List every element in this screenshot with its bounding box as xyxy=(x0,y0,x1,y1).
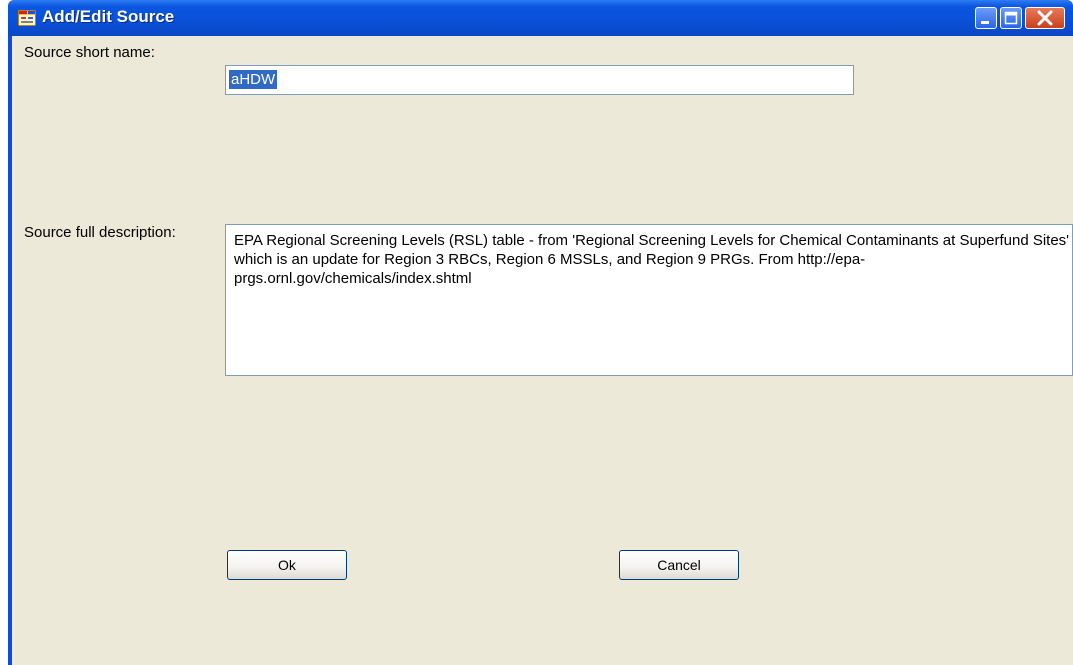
close-icon xyxy=(1026,8,1064,28)
short-name-input[interactable] xyxy=(225,65,854,95)
cancel-button[interactable]: Cancel xyxy=(619,550,739,580)
maximize-icon xyxy=(1001,8,1021,28)
short-name-label: Source short name: xyxy=(24,44,155,61)
description-textarea[interactable]: EPA Regional Screening Levels (RSL) tabl… xyxy=(225,224,1073,376)
ok-button[interactable]: Ok xyxy=(227,550,347,580)
add-edit-source-window: Add/Edit Source Source short name: aHDW … xyxy=(8,0,1073,665)
minimize-icon xyxy=(976,8,996,28)
dialog-body: Source short name: aHDW Source full desc… xyxy=(12,36,1073,665)
app-icon xyxy=(17,9,37,27)
description-label: Source full description: xyxy=(24,224,176,241)
window-title: Add/Edit Source xyxy=(42,7,175,26)
title-bar[interactable]: Add/Edit Source xyxy=(8,0,1073,36)
short-name-value[interactable]: aHDW xyxy=(229,70,278,89)
maximize-button[interactable] xyxy=(1000,7,1022,29)
minimize-button[interactable] xyxy=(975,7,997,29)
close-button[interactable] xyxy=(1025,7,1065,29)
